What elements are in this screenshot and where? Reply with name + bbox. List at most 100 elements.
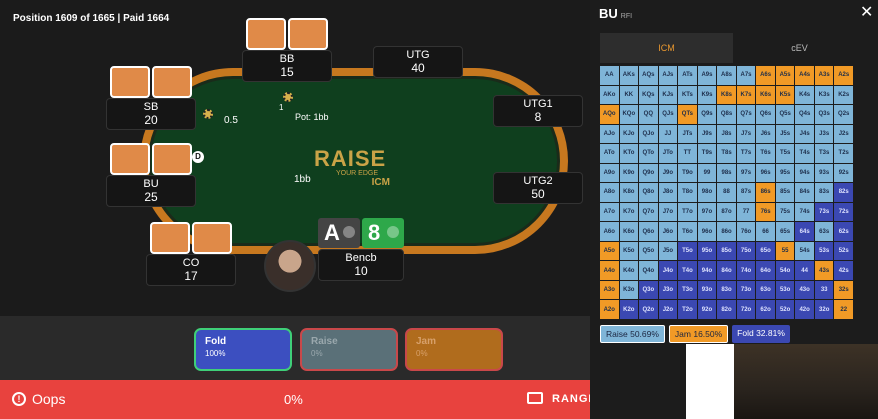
player-stack: 17 xyxy=(184,269,198,283)
range-cell: 73o xyxy=(736,280,756,300)
range-cell: J2o xyxy=(658,300,678,319)
panel-subtitle: RFI xyxy=(620,13,633,20)
jam-button[interactable]: Jam 0% xyxy=(405,328,503,371)
range-cell: J2s xyxy=(834,124,853,144)
range-cell: KJo xyxy=(619,124,639,144)
range-cell: J8o xyxy=(658,183,678,202)
range-cell: 98o xyxy=(697,183,717,202)
chip-icon xyxy=(283,92,293,102)
range-cell: 77 xyxy=(736,202,756,222)
range-cell: 32o xyxy=(814,300,834,319)
card-backs xyxy=(242,18,332,50)
range-cell: 85s xyxy=(775,183,795,202)
range-cell: Q8o xyxy=(639,183,658,202)
tab-icm[interactable]: ICM xyxy=(600,33,733,63)
range-cell: TT xyxy=(678,144,697,163)
fold-button[interactable]: Fold 100% xyxy=(194,328,292,371)
range-cell: K3o xyxy=(619,280,639,300)
player-plate: UTG 40 xyxy=(373,46,463,78)
range-cell: Q3s xyxy=(814,105,834,124)
range-cell: AKs xyxy=(619,66,639,85)
range-cell: Q3o xyxy=(639,280,658,300)
range-cell: 43o xyxy=(795,280,814,300)
range-cell: K8o xyxy=(619,183,639,202)
tab-cev[interactable]: cEV xyxy=(733,33,866,63)
result-bar: ! Oops 0% RANGE xyxy=(0,380,596,419)
webcam-overlay xyxy=(686,344,734,419)
range-cell: Q4o xyxy=(639,261,658,280)
card-back xyxy=(192,222,232,254)
range-cell: 53o xyxy=(775,280,795,300)
range-cell: 76o xyxy=(736,222,756,241)
card-rank: 8 xyxy=(368,220,381,245)
range-cell: J8s xyxy=(717,124,736,144)
range-cell: 72o xyxy=(736,300,756,319)
range-cell: 97s xyxy=(736,163,756,183)
range-cell: K4o xyxy=(619,261,639,280)
seat-bb: BB 15 xyxy=(242,18,332,82)
range-cell: 96s xyxy=(756,163,775,183)
logo-main-text: RAISE xyxy=(314,146,387,171)
range-cell: 94o xyxy=(697,261,717,280)
bu-bet-amount: 1bb xyxy=(294,174,311,185)
range-cell: A5s xyxy=(775,66,795,85)
jam-label: Jam xyxy=(416,336,437,347)
range-cell: 99 xyxy=(697,163,717,183)
range-cell: AJo xyxy=(600,124,619,144)
range-cell: A7o xyxy=(600,202,619,222)
panel-position: BU xyxy=(599,6,618,21)
range-cell: T9s xyxy=(697,144,717,163)
range-cell: Q2o xyxy=(639,300,658,319)
range-cell: AQo xyxy=(600,105,619,124)
range-cell: Q6s xyxy=(756,105,775,124)
player-plate: UTG1 8 xyxy=(493,95,583,127)
card-back xyxy=(150,222,190,254)
range-cell: 87s xyxy=(736,183,756,202)
range-cell: AQs xyxy=(639,66,658,85)
range-cell: A3o xyxy=(600,280,619,300)
range-cell: A6o xyxy=(600,222,619,241)
range-cell: QJs xyxy=(658,105,678,124)
legend-fold: Fold 32.81% xyxy=(732,325,790,343)
raise-button[interactable]: Raise 0% xyxy=(300,328,398,371)
hero-cards: A 8 xyxy=(318,218,404,248)
range-cell: J4s xyxy=(795,124,814,144)
seat-bu: BU 25 xyxy=(106,143,196,207)
range-cell: A2o xyxy=(600,300,619,319)
range-cell: A5o xyxy=(600,241,619,261)
range-cell: T8s xyxy=(717,144,736,163)
range-cell: 96o xyxy=(697,222,717,241)
fold-pct: 100% xyxy=(205,349,226,358)
range-cell: T2o xyxy=(678,300,697,319)
range-cell: A2s xyxy=(834,66,853,85)
player-plate: BB 15 xyxy=(242,50,332,82)
range-cell: 33 xyxy=(814,280,834,300)
range-cell: Q6o xyxy=(639,222,658,241)
range-cell: K9s xyxy=(697,85,717,105)
player-stack: 10 xyxy=(354,264,368,278)
range-cell: 62o xyxy=(756,300,775,319)
range-cell: T9o xyxy=(678,163,697,183)
player-plate: CO 17 xyxy=(146,254,236,286)
card-back xyxy=(110,143,150,175)
range-cell: T6o xyxy=(678,222,697,241)
range-cell: Q7s xyxy=(736,105,756,124)
card-back xyxy=(110,66,150,98)
range-cell: 66 xyxy=(756,222,775,241)
range-cell: JTs xyxy=(678,124,697,144)
range-cell: 64o xyxy=(756,261,775,280)
range-cell: J9o xyxy=(658,163,678,183)
range-cell: 42s xyxy=(834,261,853,280)
range-cell: 43s xyxy=(814,261,834,280)
range-icon[interactable] xyxy=(527,392,543,404)
player-stack: 40 xyxy=(411,61,425,75)
range-grid: AA AKs AQs AJs ATs A9s A8s A7s A6s A5s A4s A3s A2s AK… xyxy=(600,66,853,319)
range-cell: K6s xyxy=(756,85,775,105)
range-cell: 82o xyxy=(717,300,736,319)
range-cell: T2s xyxy=(834,144,853,163)
close-icon[interactable]: ✕ xyxy=(860,2,873,22)
chip-icon xyxy=(203,109,213,119)
range-cell: K5o xyxy=(619,241,639,261)
range-cell: J7s xyxy=(736,124,756,144)
webcam-feed xyxy=(734,344,878,419)
